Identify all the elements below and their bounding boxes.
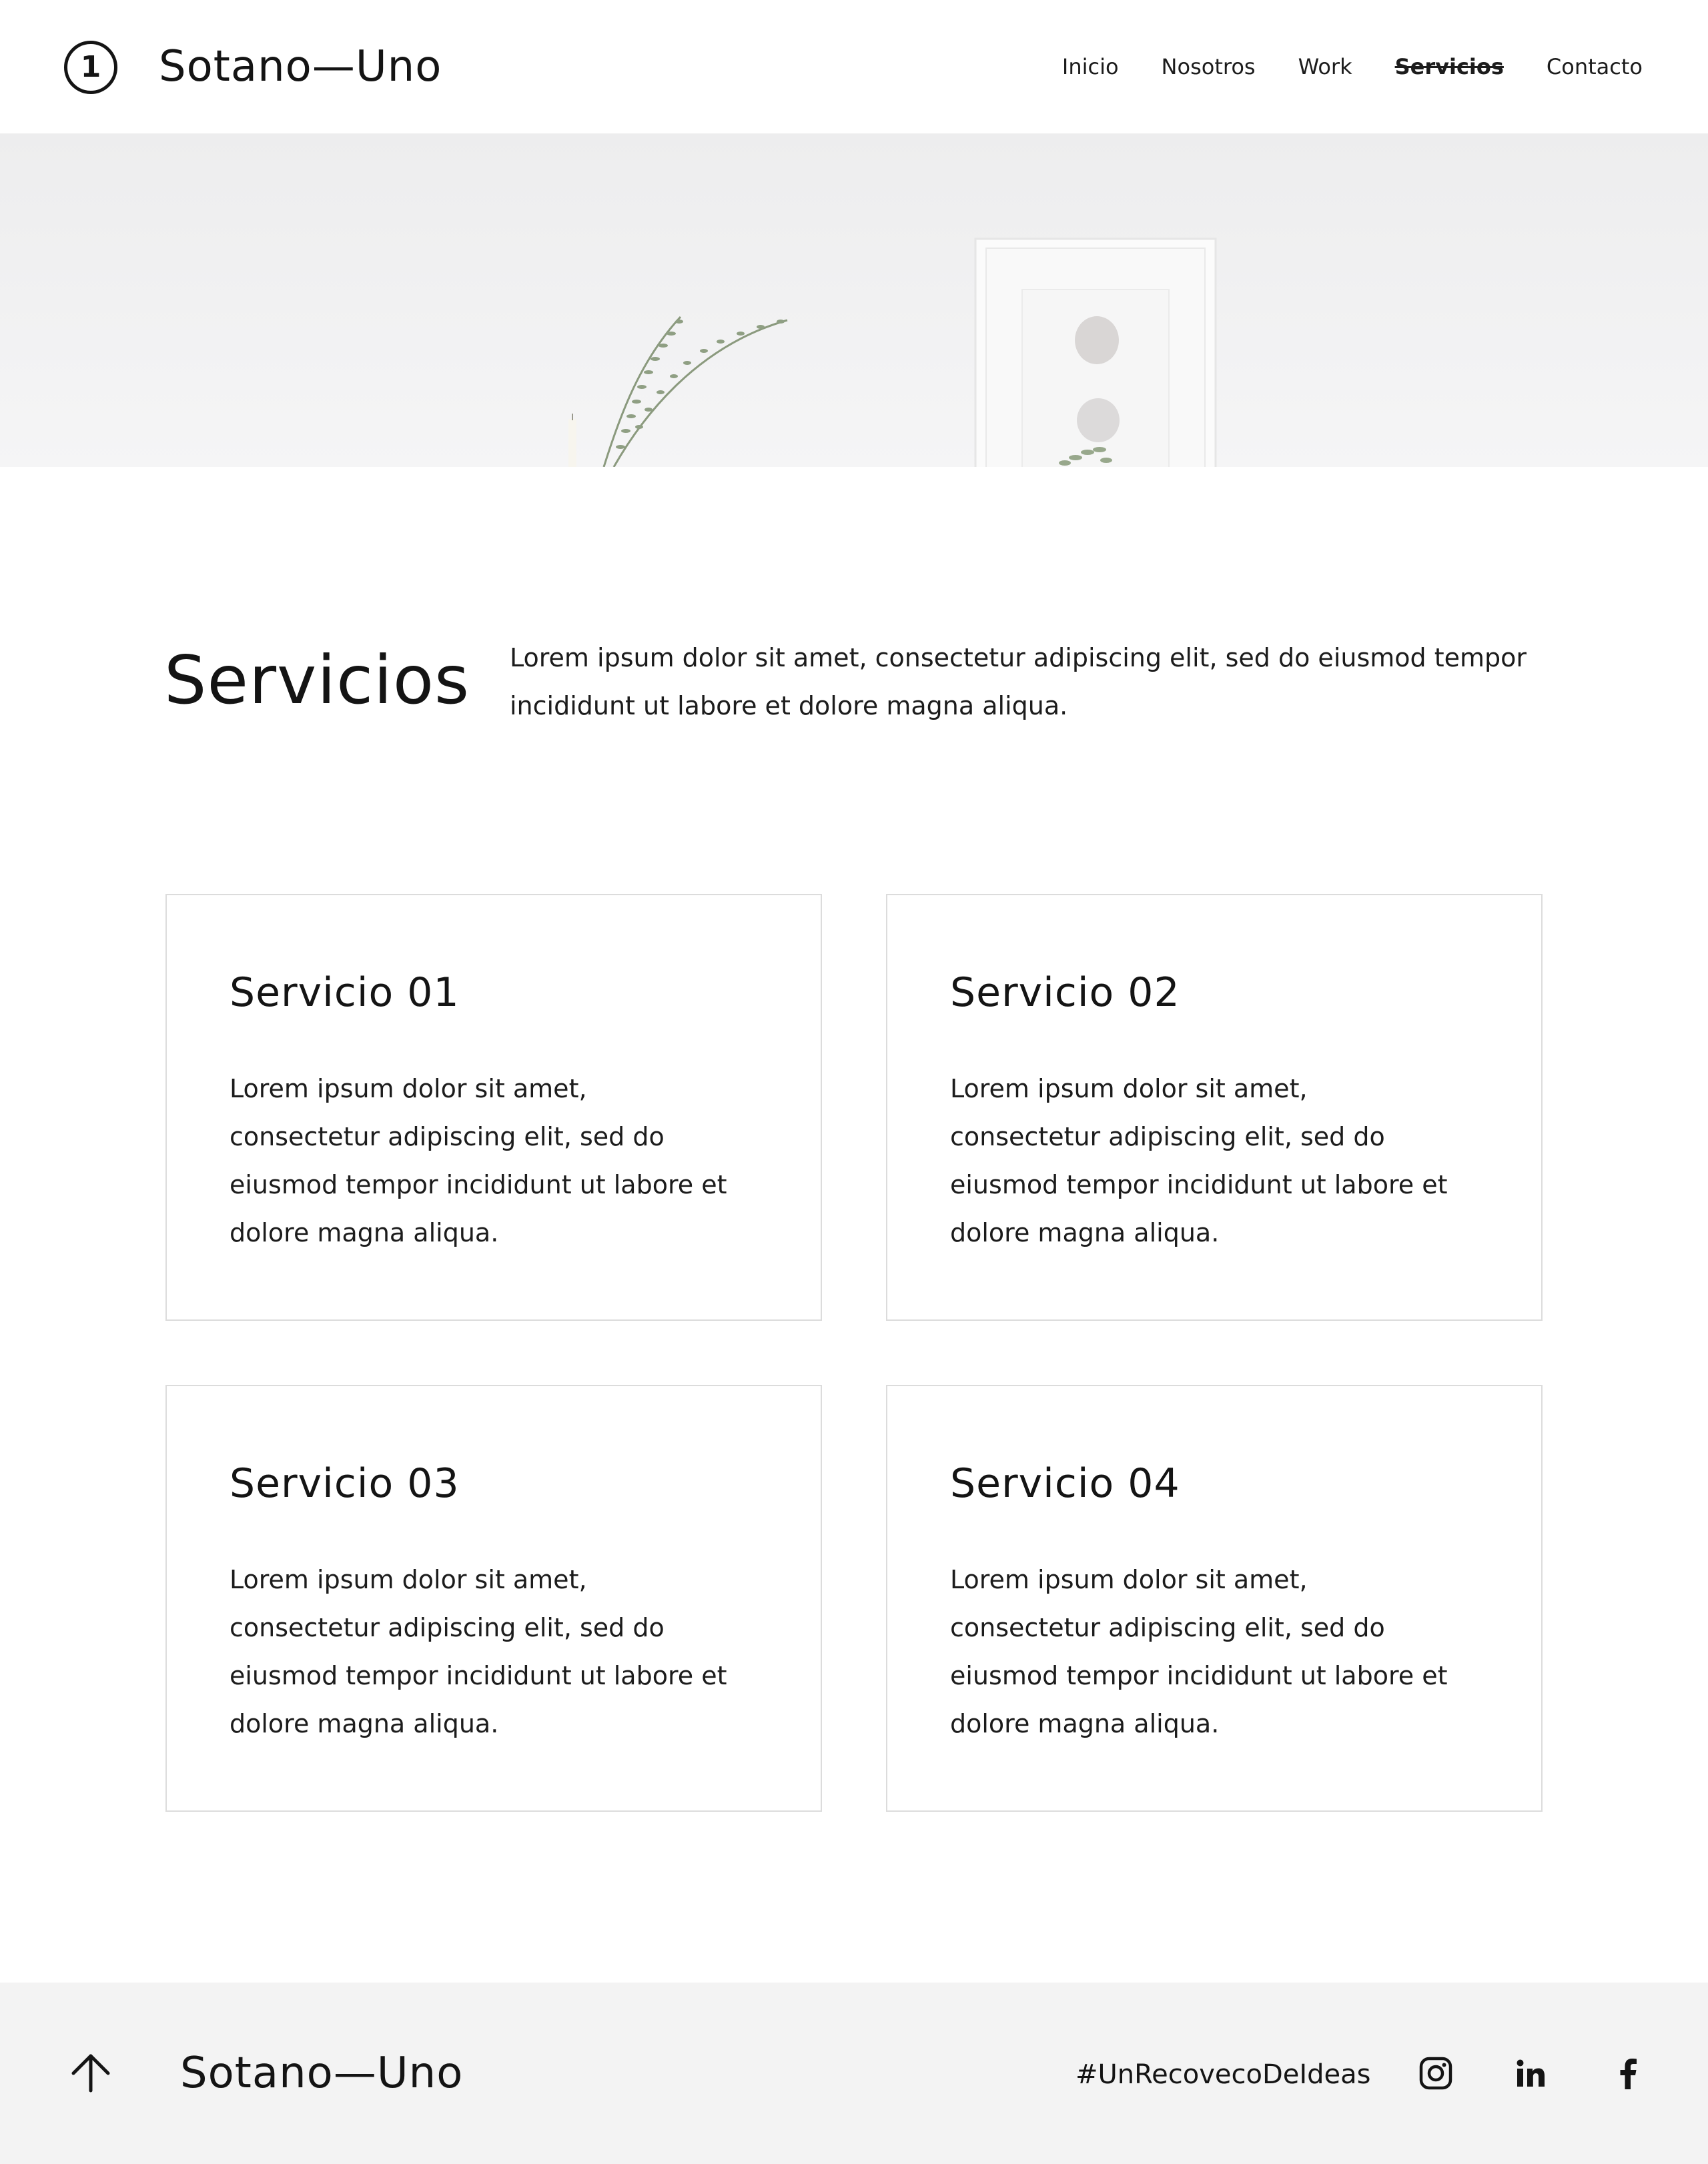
- service-card-02: Servicio 02 Lorem ipsum dolor sit amet, …: [886, 894, 1543, 1321]
- candle-shape: [568, 419, 576, 467]
- picture-frame: [974, 237, 1217, 467]
- logo-number: 1: [80, 50, 101, 84]
- facebook-icon: [1620, 2059, 1637, 2089]
- hero-illustration: [0, 133, 1708, 467]
- nav-item-servicios[interactable]: Servicios: [1395, 53, 1504, 80]
- arrow-up-icon: [71, 2054, 110, 2093]
- hero-image: [0, 133, 1708, 467]
- footer-brand-name[interactable]: Sotano—Uno: [180, 2047, 463, 2100]
- nav-item-work[interactable]: Work: [1298, 53, 1352, 80]
- linkedin-link[interactable]: [1512, 2055, 1549, 2092]
- linkedin-icon: [1517, 2059, 1545, 2087]
- service-card-04: Servicio 04 Lorem ipsum dolor sit amet, …: [886, 1385, 1543, 1812]
- nav-item-contacto[interactable]: Contacto: [1547, 53, 1643, 80]
- service-card-title: Servicio 03: [230, 1460, 460, 1507]
- main-nav: Inicio Nosotros Work Servicios Contacto: [1062, 53, 1643, 80]
- service-card-title: Servicio 01: [230, 969, 460, 1016]
- facebook-link[interactable]: [1609, 2055, 1647, 2092]
- back-to-top-button[interactable]: [67, 2048, 115, 2096]
- instagram-link[interactable]: [1417, 2055, 1454, 2092]
- intro-paragraph: Lorem ipsum dolor sit amet, consectetur …: [510, 643, 1527, 720]
- service-card-01: Servicio 01 Lorem ipsum dolor sit amet, …: [165, 894, 822, 1321]
- service-card-text: Lorem ipsum dolor sit amet, consectetur …: [230, 1074, 727, 1247]
- nav-item-inicio[interactable]: Inicio: [1062, 53, 1119, 80]
- site-header: 1 Sotano—Uno Inicio Nosotros Work Servic…: [0, 0, 1708, 133]
- logo-mark[interactable]: 1: [64, 41, 117, 94]
- service-card-text: Lorem ipsum dolor sit amet, consectetur …: [230, 1565, 727, 1738]
- service-card-title: Servicio 02: [950, 969, 1180, 1016]
- nav-item-nosotros[interactable]: Nosotros: [1162, 53, 1256, 80]
- site-footer: Sotano—Uno #UnRecovecoDeIdeas: [0, 1983, 1708, 2164]
- brand-name[interactable]: Sotano—Uno: [159, 43, 442, 91]
- instagram-icon: [1419, 2057, 1452, 2090]
- service-card-title: Servicio 04: [950, 1460, 1180, 1507]
- service-card-text: Lorem ipsum dolor sit amet, consectetur …: [950, 1074, 1448, 1247]
- service-card-03: Servicio 03 Lorem ipsum dolor sit amet, …: [165, 1385, 822, 1812]
- page-title: Servicios: [164, 641, 470, 719]
- footer-hashtag: #UnRecovecoDeIdeas: [1076, 2059, 1371, 2090]
- service-card-text: Lorem ipsum dolor sit amet, consectetur …: [950, 1565, 1448, 1738]
